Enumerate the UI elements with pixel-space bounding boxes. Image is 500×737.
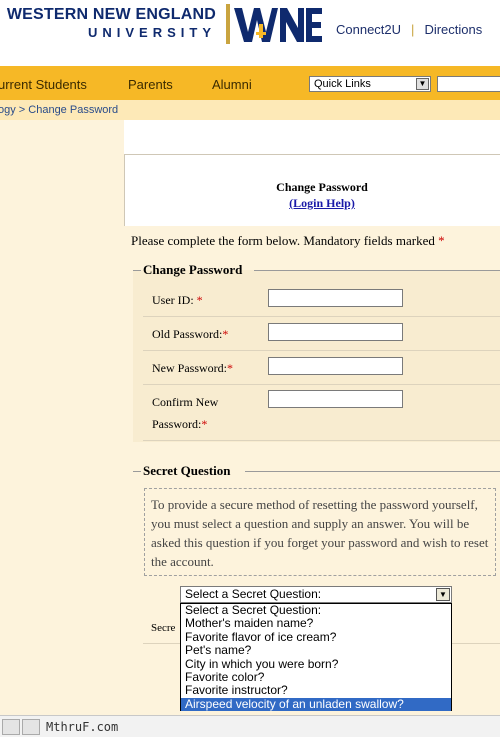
option-select-question[interactable]: Select a Secret Question: <box>181 603 451 617</box>
top-links: Connect2U | Directions <box>336 22 482 37</box>
user-id-field[interactable] <box>268 289 403 307</box>
option-favorite-instructor[interactable]: Favorite instructor? <box>181 683 451 697</box>
option-birth-city[interactable]: City in which you were born? <box>181 657 451 671</box>
fieldset-border <box>245 471 500 472</box>
old-password-field[interactable] <box>268 323 403 341</box>
option-ice-cream-flavor[interactable]: Favorite flavor of ice cream? <box>181 630 451 644</box>
wne-logo-mark[interactable] <box>226 4 322 44</box>
secret-question-select-value: Select a Secret Question: <box>185 587 322 601</box>
page-title: Change Password <box>276 180 368 194</box>
secret-question-info: To provide a secure method of resetting … <box>144 488 496 576</box>
change-password-legend: Change Password <box>143 262 243 277</box>
chevron-down-icon[interactable]: ▼ <box>436 588 450 601</box>
nav-current-students[interactable]: urrent Students <box>0 77 87 92</box>
row-divider <box>143 350 500 351</box>
confirm-password-field[interactable] <box>268 390 403 408</box>
taskbar-button[interactable] <box>22 719 40 735</box>
fieldset-border <box>133 270 141 271</box>
quick-links-value: Quick Links <box>314 78 371 90</box>
secret-answer-label: Secre <box>151 622 176 634</box>
new-password-label-text: New Password: <box>152 361 227 375</box>
row-divider <box>143 384 500 385</box>
logo-line1: WESTERN NEW ENGLAND <box>6 6 216 23</box>
site-header: WESTERN NEW ENGLAND UNIVERSITY Connect2U… <box>0 0 500 64</box>
required-marker: * <box>227 361 233 375</box>
breadcrumb[interactable]: ogy > Change Password <box>0 104 118 116</box>
fieldset-border <box>254 270 500 271</box>
new-password-field[interactable] <box>268 357 403 375</box>
required-marker: * <box>201 417 208 431</box>
search-input[interactable] <box>437 76 500 92</box>
option-pets-name[interactable]: Pet's name? <box>181 643 451 657</box>
option-mothers-maiden-name[interactable]: Mother's maiden name? <box>181 616 451 630</box>
required-marker: * <box>438 233 445 248</box>
secret-question-legend: Secret Question <box>143 463 231 478</box>
new-password-label: New Password:* <box>152 361 233 376</box>
confirm-password-label-line2: Password:* <box>152 417 207 432</box>
nav-alumni[interactable]: Alumni <box>212 77 252 92</box>
user-id-label: User ID: * <box>152 293 203 308</box>
old-password-label-text: Old Password: <box>152 327 223 341</box>
secret-question-select[interactable]: Select a Secret Question: ▼ <box>180 586 452 603</box>
user-id-label-text: User ID: <box>152 293 194 307</box>
login-help-link[interactable]: (Login Help) <box>124 196 500 211</box>
link-separator: | <box>411 22 415 37</box>
logo-line2: UNIVERSITY <box>87 25 216 40</box>
confirm-password-label-line1: Confirm New <box>152 395 219 409</box>
chevron-down-icon[interactable]: ▼ <box>416 78 429 90</box>
nav-parents[interactable]: Parents <box>128 77 173 92</box>
required-marker: * <box>196 293 203 307</box>
connect2u-link[interactable]: Connect2U <box>336 22 401 37</box>
intro-text: Please complete the form below. Mandator… <box>131 233 445 249</box>
secret-question-options: Select a Secret Question: Mother's maide… <box>180 603 452 712</box>
option-favorite-color[interactable]: Favorite color? <box>181 670 451 684</box>
confirm-password-label-text: Password: <box>152 417 202 431</box>
left-sidebar-area <box>0 120 124 715</box>
intro-label: Please complete the form below. Mandator… <box>131 233 435 248</box>
university-logo-text[interactable]: WESTERN NEW ENGLAND UNIVERSITY <box>0 6 216 40</box>
directions-link[interactable]: Directions <box>424 22 482 37</box>
row-divider <box>143 440 500 441</box>
taskbar-button[interactable] <box>2 719 20 735</box>
fieldset-border <box>133 471 141 472</box>
row-divider <box>143 316 500 317</box>
required-marker: * <box>222 327 229 341</box>
watermark: MthruF.com <box>46 720 119 734</box>
old-password-label: Old Password:* <box>152 327 228 342</box>
option-airspeed-velocity[interactable]: Airspeed velocity of an unladen swallow? <box>181 697 451 712</box>
quick-links-select[interactable]: Quick Links ▼ <box>309 76 431 92</box>
